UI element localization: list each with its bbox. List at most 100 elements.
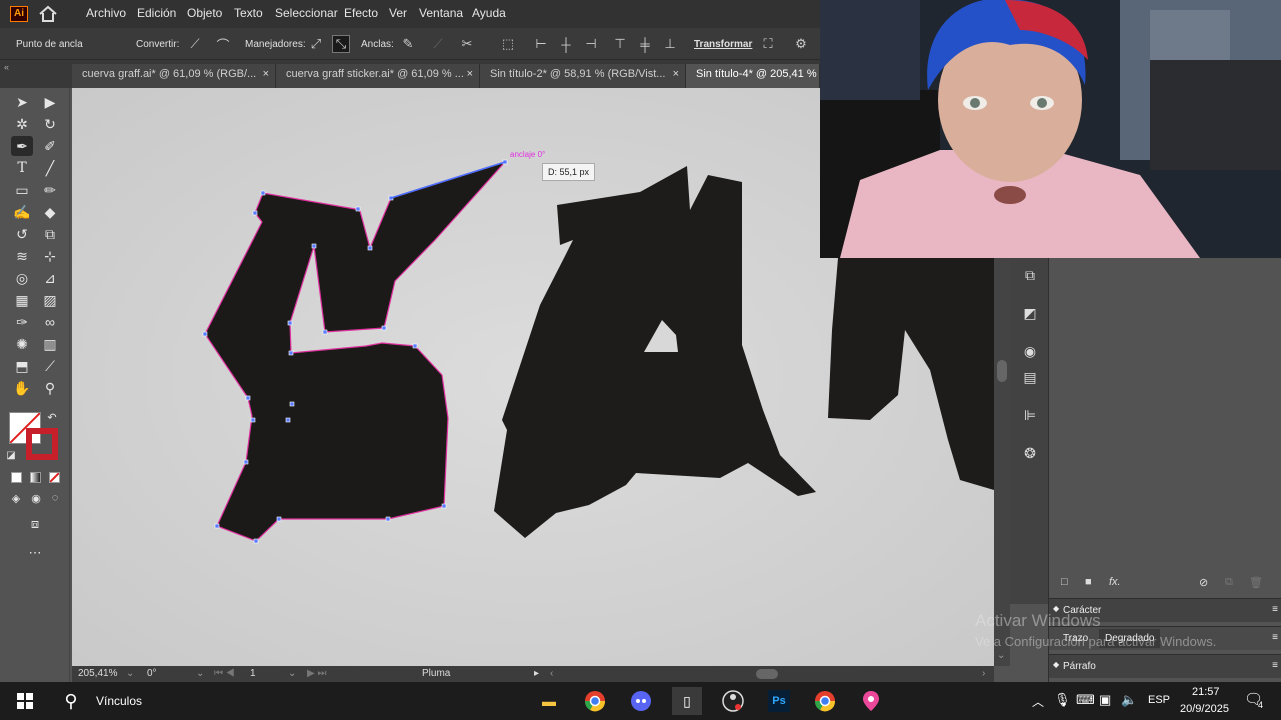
- scroll-right-icon[interactable]: ›: [982, 668, 985, 679]
- scroll-left-icon[interactable]: ‹: [550, 668, 553, 679]
- horizontal-scroll-thumb[interactable]: [756, 669, 778, 679]
- tab-cuerva-graff-sticker[interactable]: cuerva graff sticker.ai* @ 61,09 % ... ×: [276, 64, 480, 88]
- mesh-tool-icon[interactable]: ▦: [11, 290, 33, 310]
- tray-expand-icon[interactable]: ︿: [1032, 693, 1044, 710]
- network-icon[interactable]: ▣: [1099, 692, 1111, 708]
- notepad-icon[interactable]: ▯: [672, 687, 702, 715]
- none-mode-icon[interactable]: [49, 472, 60, 483]
- curvature-tool-icon[interactable]: ✐: [39, 136, 61, 156]
- clear-appearance-icon[interactable]: ⊘: [1199, 576, 1208, 589]
- gradient-tool-icon[interactable]: ▨: [39, 290, 61, 310]
- clock-date[interactable]: 20/9/2025: [1180, 703, 1229, 715]
- hand-tool-icon[interactable]: ✋: [11, 378, 33, 398]
- add-stroke-icon[interactable]: □: [1061, 576, 1068, 588]
- convert-smooth-icon[interactable]: ⌒: [214, 35, 232, 53]
- draw-inside-icon[interactable]: ◌: [46, 490, 64, 506]
- add-fill-icon[interactable]: ■: [1085, 576, 1092, 588]
- obs-icon[interactable]: [718, 687, 748, 715]
- default-colors-icon[interactable]: ◪: [4, 448, 18, 462]
- scroll-down-icon[interactable]: ⌄: [997, 650, 1005, 661]
- vertical-scrollbar[interactable]: ⌄: [994, 258, 1010, 666]
- screen-mode-icon[interactable]: ⧈: [24, 514, 46, 534]
- search-label[interactable]: Vínculos: [96, 694, 142, 708]
- color-mode-icon[interactable]: [11, 472, 22, 483]
- collapse-icon[interactable]: ◆: [1053, 660, 1059, 669]
- start-icon[interactable]: [10, 687, 40, 715]
- home-icon[interactable]: [38, 5, 58, 23]
- appearance-panel-icon[interactable]: ◉: [1019, 340, 1041, 362]
- type-tool-icon[interactable]: T: [11, 158, 33, 178]
- panel-menu-icon[interactable]: ≡: [1272, 604, 1278, 615]
- gradient-mode-icon[interactable]: [30, 472, 41, 483]
- menu-ayuda[interactable]: Ayuda: [472, 6, 506, 20]
- line-tool-icon[interactable]: ╱: [39, 158, 61, 178]
- align-top-icon[interactable]: ⊤: [611, 35, 629, 53]
- volume-icon[interactable]: 🔈: [1121, 692, 1137, 708]
- file-explorer-icon[interactable]: ▬: [534, 687, 564, 715]
- align-right-icon[interactable]: ⊣: [582, 35, 600, 53]
- paintbrush-tool-icon[interactable]: ✏: [39, 180, 61, 200]
- artboard-number[interactable]: 1: [250, 668, 256, 679]
- close-icon[interactable]: ×: [467, 68, 473, 80]
- convert-corner-icon[interactable]: ⟋: [186, 35, 204, 53]
- menu-objeto[interactable]: Objeto: [187, 6, 222, 20]
- slice-tool-icon[interactable]: ⟋: [39, 356, 61, 376]
- zoom-dropdown-icon[interactable]: ⌄: [126, 668, 134, 679]
- magic-wand-icon[interactable]: ✲: [11, 114, 33, 134]
- menu-archivo[interactable]: Archivo: [86, 6, 126, 20]
- close-icon[interactable]: ×: [263, 68, 269, 80]
- cut-path-icon[interactable]: ✂: [458, 35, 476, 53]
- panel-options-icon[interactable]: ⚙: [792, 35, 810, 53]
- lasso-tool-icon[interactable]: ↻: [39, 114, 61, 134]
- menu-efecto[interactable]: Efecto: [344, 6, 378, 20]
- rotate-tool-icon[interactable]: ↺: [11, 224, 33, 244]
- shaper-tool-icon[interactable]: ✍: [11, 202, 33, 222]
- transparency-panel-icon[interactable]: ◩: [1019, 302, 1041, 324]
- direct-selection-tool-icon[interactable]: ▶: [39, 92, 61, 112]
- duplicate-item-icon[interactable]: ⧉: [1225, 576, 1233, 589]
- artboard-tool-icon[interactable]: ⬒: [11, 356, 33, 376]
- keyboard-icon[interactable]: ⌨: [1076, 692, 1095, 708]
- search-icon[interactable]: ⚲: [56, 687, 86, 715]
- pen-tool-icon[interactable]: ✒: [11, 136, 33, 156]
- language-indicator[interactable]: ESP: [1148, 694, 1170, 706]
- menu-texto[interactable]: Texto: [234, 6, 263, 20]
- menu-ventana[interactable]: Ventana: [419, 6, 463, 20]
- menu-edicion[interactable]: Edición: [137, 6, 176, 20]
- more-tools-icon[interactable]: ⋯: [24, 543, 46, 563]
- first-artboard-icon[interactable]: ⏮ ◀: [214, 668, 235, 679]
- eraser-tool-icon[interactable]: ◆: [39, 202, 61, 222]
- hide-handles-icon[interactable]: ⤡: [332, 35, 350, 53]
- stroke-swatch[interactable]: [26, 428, 58, 460]
- paragraph-panel-header[interactable]: Párrafo ◆ ≡: [1049, 654, 1281, 678]
- layers-panel-icon[interactable]: ⧉: [1019, 264, 1041, 286]
- align-middle-icon[interactable]: ╪: [636, 35, 654, 53]
- photoshop-icon[interactable]: Ps: [764, 687, 794, 715]
- align-left-icon[interactable]: ⊢: [532, 35, 550, 53]
- align-center-icon[interactable]: ┼: [557, 35, 575, 53]
- rectangle-tool-icon[interactable]: ▭: [11, 180, 33, 200]
- tab-sin-titulo-4[interactable]: Sin título-4* @ 205,41 % (: [686, 64, 820, 88]
- transform-each-icon[interactable]: ⛶: [759, 35, 777, 53]
- transform-link[interactable]: Transformar: [694, 39, 752, 50]
- color-guide-panel-icon[interactable]: ❂: [1019, 442, 1041, 464]
- maps-pin-icon[interactable]: [856, 687, 886, 715]
- panel-menu-icon[interactable]: ≡: [1272, 632, 1278, 643]
- chrome-2-icon[interactable]: [810, 687, 840, 715]
- menu-seleccionar[interactable]: Seleccionar: [275, 6, 338, 20]
- vertical-scroll-thumb[interactable]: [997, 360, 1007, 382]
- align-bottom-icon[interactable]: ⊥: [661, 35, 679, 53]
- free-transform-icon[interactable]: ⊹: [39, 246, 61, 266]
- collapse-toolbar-icon[interactable]: «: [4, 62, 9, 72]
- chrome-icon[interactable]: [580, 687, 610, 715]
- rotation-dropdown-icon[interactable]: ⌄: [196, 668, 204, 679]
- delete-item-icon[interactable]: 🗑: [1249, 576, 1263, 589]
- symbol-sprayer-icon[interactable]: ✺: [11, 334, 33, 354]
- column-graph-icon[interactable]: ▥: [39, 334, 61, 354]
- zoom-tool-icon[interactable]: ⚲: [39, 378, 61, 398]
- microphone-icon[interactable]: 🎙: [1054, 692, 1071, 708]
- menu-ver[interactable]: Ver: [389, 6, 407, 20]
- perspective-grid-icon[interactable]: ⊿: [39, 268, 61, 288]
- libraries-panel-icon[interactable]: ▤: [1019, 366, 1041, 388]
- eyedropper-icon[interactable]: ✑: [11, 312, 33, 332]
